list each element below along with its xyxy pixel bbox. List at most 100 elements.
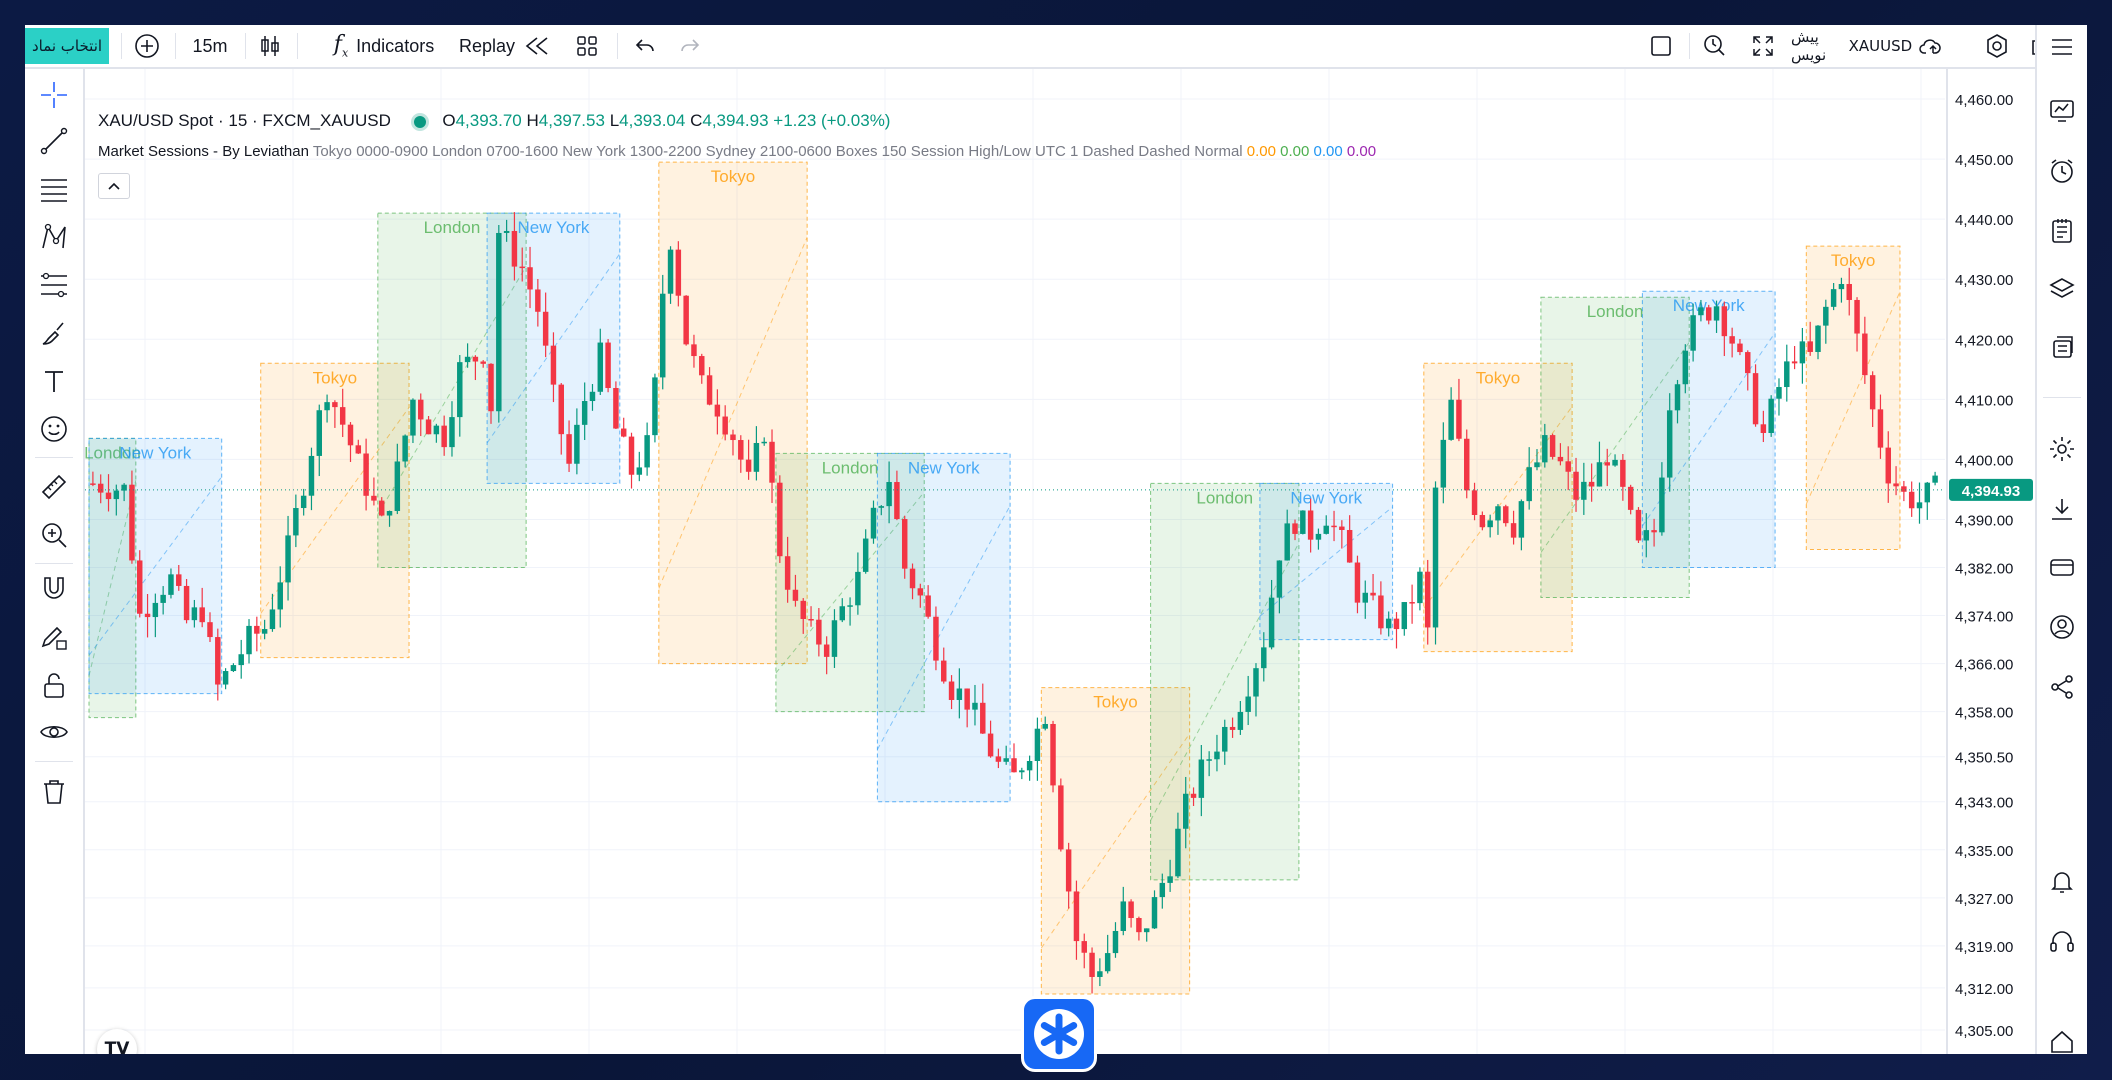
indicator-legend[interactable]: Market Sessions - By Leviathan Tokyo 000… (98, 143, 1376, 160)
alerts-button[interactable] (2042, 151, 2082, 191)
candle-body (97, 483, 104, 493)
candle-body (1409, 602, 1415, 604)
magnet-tool[interactable] (34, 569, 74, 609)
settings-button[interactable] (1977, 25, 2017, 67)
fullscreen-box-button[interactable] (1639, 25, 1683, 67)
save-layout-button[interactable]: پیش نویس XAUUSD (1791, 25, 1941, 67)
candle-body (589, 391, 596, 402)
redo-button[interactable] (670, 25, 710, 67)
extension-button[interactable] (1021, 996, 1097, 1072)
candle-body (1058, 785, 1064, 850)
candle-body (1276, 560, 1283, 598)
fib-tool[interactable] (34, 169, 74, 209)
layers-icon (2049, 278, 2075, 298)
candle-body (1417, 571, 1423, 604)
candle-body (1542, 435, 1548, 463)
chart-type-button[interactable] (249, 25, 291, 67)
candle-body (464, 356, 471, 363)
emoji-tool[interactable] (34, 409, 74, 449)
candle-body (511, 230, 518, 267)
zoom-in-icon (42, 523, 67, 548)
symbol-legend: XAU/USD Spot · 15 · FXCM_XAUUSD O4,393.7… (98, 111, 890, 131)
candle-body (1362, 592, 1368, 603)
watchlist-button[interactable] (2042, 91, 2082, 131)
candle-body (1354, 562, 1361, 603)
notes-button[interactable] (2042, 211, 2082, 251)
text-tool[interactable] (34, 361, 74, 401)
brush-tool[interactable] (34, 313, 74, 353)
candle-body (1042, 723, 1048, 729)
candle-body (1877, 409, 1884, 448)
candle-body (745, 459, 752, 472)
profile-button[interactable] (2042, 607, 2082, 647)
replay-button[interactable]: Replay (455, 25, 555, 67)
toolbar-divider (35, 761, 73, 762)
collapse-legend-button[interactable] (98, 173, 130, 199)
candle-body (823, 644, 830, 657)
candle-body (878, 506, 885, 508)
layers-button[interactable] (2042, 269, 2082, 309)
support-button[interactable] (2042, 921, 2082, 961)
price-tick-label: 4,420.00 (1955, 332, 2013, 349)
candle-body (1011, 758, 1017, 773)
zoom-tool[interactable] (34, 515, 74, 555)
session-label-newyork: New York (1290, 488, 1362, 507)
candle-body (1784, 361, 1790, 388)
layout-button[interactable] (565, 25, 609, 67)
candle-body (300, 495, 307, 509)
candle-body (261, 629, 268, 634)
candle-body (527, 267, 533, 290)
crosshair-tool[interactable] (34, 75, 74, 115)
candle-body (410, 399, 416, 436)
price-tick-label: 4,390.00 (1955, 512, 2013, 529)
measure-tool[interactable] (34, 467, 74, 507)
trend-line-tool[interactable] (34, 121, 74, 161)
object-tree-button[interactable] (2042, 327, 2082, 367)
notifications-button[interactable] (2042, 861, 2082, 901)
home-button[interactable] (2042, 1021, 2082, 1054)
candle-body (1627, 486, 1634, 510)
candle-body (316, 410, 323, 456)
candle-body (183, 585, 190, 621)
remove-drawings-tool[interactable] (34, 771, 74, 811)
fullscreen-button[interactable] (1743, 25, 1783, 67)
indicators-button[interactable]: 𝑓x Indicators (309, 25, 459, 67)
market-status-dot (413, 115, 426, 128)
quick-search-button[interactable] (1695, 25, 1735, 67)
candle-body (1666, 410, 1673, 478)
candle-body (972, 702, 978, 710)
candle-body (816, 619, 822, 645)
candle-body (113, 490, 120, 500)
prediction-tool[interactable] (34, 265, 74, 305)
price-tick-label: 4,335.00 (1955, 843, 2013, 860)
candle-body (1573, 471, 1579, 500)
share-button[interactable] (2042, 667, 2082, 707)
symbol-search-button[interactable]: انتخاب نماد (25, 28, 109, 64)
hide-drawings-tool[interactable] (34, 713, 74, 753)
symbol-title[interactable]: XAU/USD Spot · 15 · FXCM_XAUUSD (98, 111, 391, 130)
candle-body (488, 363, 494, 412)
wallet-button[interactable] (2042, 547, 2082, 587)
interval-button[interactable]: 15m (181, 25, 239, 67)
add-symbol-button[interactable] (125, 25, 169, 67)
plus-circle-icon (135, 34, 159, 58)
lock-all-tool[interactable] (34, 665, 74, 705)
ruler-lines-icon (41, 272, 67, 298)
menu-button[interactable] (2042, 27, 2082, 67)
candle-body (1924, 482, 1931, 503)
candle-body (1534, 462, 1540, 468)
undo-button[interactable] (625, 25, 665, 67)
price-chart[interactable]: London New York Tokyo London New York Tokyo Lo… (84, 69, 2035, 1054)
download-button[interactable] (2042, 489, 2082, 529)
candle-body (480, 361, 486, 364)
price-tick-label: 4,366.00 (1955, 657, 2013, 674)
candle-body (722, 416, 728, 435)
lock-drawing-tool[interactable] (34, 617, 74, 657)
chart-settings-button[interactable] (2042, 429, 2082, 469)
pattern-tool[interactable] (34, 217, 74, 257)
candle-body (1393, 618, 1400, 630)
candle-body (378, 500, 385, 516)
candle-body (1432, 487, 1439, 628)
session-label-london: London (822, 458, 879, 477)
chart-pane[interactable]: London New York Tokyo London New York Tokyo Lo… (84, 69, 2035, 1054)
